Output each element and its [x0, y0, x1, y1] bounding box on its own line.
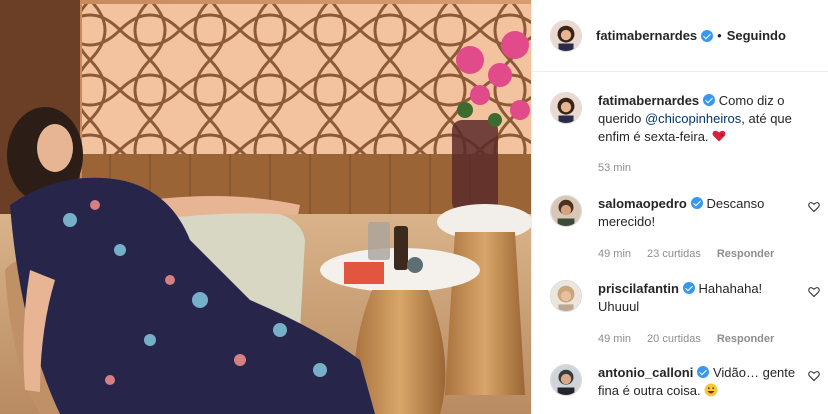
comment-item: priscilafantin Hahahaha! Uhuuul 49 min 2…: [550, 280, 820, 348]
commenter-avatar[interactable]: [550, 195, 582, 227]
caption-text: fatimabernardes Como diz o querido @chic…: [598, 92, 810, 146]
verified-badge-icon: [697, 366, 710, 378]
comment-username[interactable]: salomaopedro: [598, 196, 687, 211]
verified-badge-icon: [690, 197, 703, 209]
comment-time: 49 min: [598, 248, 632, 260]
comment-likes[interactable]: 20 curtidas: [647, 330, 701, 348]
caption-author-avatar[interactable]: [550, 92, 582, 124]
commenter-avatar[interactable]: [550, 280, 582, 312]
comment-body: salomaopedro Descanso merecido! 49 min 2…: [598, 195, 798, 263]
post-header: fatimabernardes • Seguindo: [532, 0, 828, 72]
comment-item: antonio_calloni Vidão… gente fina é outr…: [550, 364, 820, 400]
reply-button[interactable]: Responder: [717, 245, 774, 263]
comment-time: 49 min: [598, 333, 632, 345]
heart-icon: [712, 130, 726, 142]
post-sidebar: fatimabernardes • Seguindo fatimabernard…: [531, 0, 828, 414]
author-avatar[interactable]: [550, 19, 582, 52]
caption-body: fatimabernardes Como diz o querido @chic…: [598, 92, 810, 177]
caption-time: 53 min: [598, 162, 632, 174]
following-button[interactable]: Seguindo: [727, 28, 786, 43]
post-caption: fatimabernardes Como diz o querido @chic…: [550, 92, 820, 177]
author-info: fatimabernardes • Seguindo: [596, 28, 786, 43]
author-username[interactable]: fatimabernardes: [596, 28, 697, 43]
caption-username[interactable]: fatimabernardes: [598, 93, 699, 108]
comment-body: priscilafantin Hahahaha! Uhuuul 49 min 2…: [598, 280, 798, 348]
comment-item: salomaopedro Descanso merecido! 49 min 2…: [550, 195, 820, 263]
separator-dot: •: [717, 28, 722, 43]
heart-outline-icon[interactable]: [808, 201, 820, 213]
comment-body: antonio_calloni Vidão… gente fina é outr…: [598, 364, 798, 400]
post-image: [0, 0, 531, 414]
comment-meta: 49 min 20 curtidas Responder: [598, 330, 798, 348]
comment-meta: 49 min 23 curtidas Responder: [598, 245, 798, 263]
commenter-avatar[interactable]: [550, 364, 582, 396]
verified-badge-icon: [701, 29, 714, 42]
comment-username[interactable]: antonio_calloni: [598, 365, 693, 380]
verified-badge-icon: [703, 94, 716, 106]
heart-outline-icon[interactable]: [808, 286, 820, 298]
comment-username[interactable]: priscilafantin: [598, 281, 679, 296]
comment-likes[interactable]: 23 curtidas: [647, 245, 701, 263]
grinning-face-emoji: [704, 383, 718, 397]
reply-button[interactable]: Responder: [717, 330, 774, 348]
post-photo[interactable]: [0, 0, 531, 414]
heart-outline-icon[interactable]: [808, 370, 820, 382]
mention-link[interactable]: @chicopinheiros: [645, 111, 741, 126]
verified-badge-icon: [682, 282, 695, 294]
